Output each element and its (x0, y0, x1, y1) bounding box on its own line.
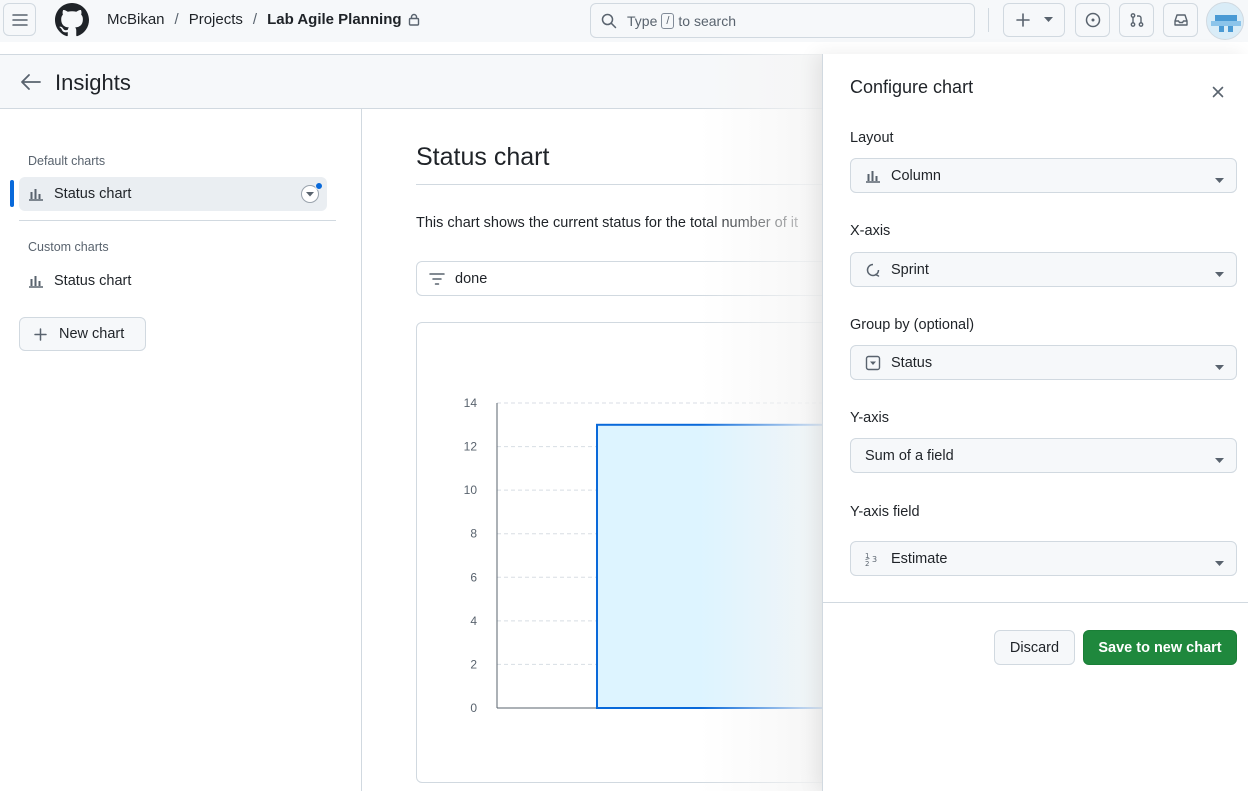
groupby-value: Status (891, 354, 933, 371)
configure-chart-panel: Configure chart Layout Column X-axis Spr… (822, 54, 1248, 791)
single-select-icon (865, 355, 881, 371)
layout-select[interactable]: Column (850, 158, 1237, 193)
y-tick-label: 10 (464, 483, 478, 497)
sidebar-divider (19, 220, 336, 221)
yaxis-label: Y-axis (850, 410, 889, 426)
new-chart-label: New chart (59, 326, 125, 342)
inbox-icon (1173, 12, 1189, 28)
yfield-label: Y-axis field (850, 504, 920, 520)
panel-title: Configure chart (850, 77, 974, 97)
breadcrumb-separator: / (252, 11, 258, 28)
chevron-down-icon (306, 191, 314, 197)
top-bar: McBikan / Projects / Lab Agile Planning … (0, 0, 1248, 42)
iteration-icon (865, 262, 881, 278)
breadcrumb-separator: / (174, 11, 179, 28)
github-logo-icon[interactable] (55, 3, 89, 37)
chevron-down-icon (1215, 172, 1224, 188)
create-new-button[interactable] (1003, 3, 1065, 37)
layout-value: Column (891, 167, 941, 184)
discard-button[interactable]: Discard (994, 630, 1075, 665)
xaxis-value: Sprint (891, 261, 929, 278)
breadcrumb: McBikan / Projects / Lab Agile Planning (107, 11, 420, 28)
filter-icon (429, 272, 445, 285)
y-tick-label: 8 (470, 527, 477, 541)
status-chart: 0 2 4 6 8 10 12 14 (464, 396, 837, 715)
custom-charts-heading: Custom charts (28, 240, 109, 254)
new-chart-button[interactable]: New chart (19, 317, 146, 351)
inbox-button[interactable] (1163, 3, 1198, 37)
xaxis-label: X-axis (850, 223, 891, 239)
breadcrumb-owner[interactable]: McBikan (107, 11, 165, 28)
svg-text:2: 2 (865, 560, 869, 567)
yfield-select[interactable]: 123 Estimate (850, 541, 1237, 576)
lock-icon (408, 13, 420, 26)
yfield-value: Estimate (891, 550, 948, 567)
chart-title: Status chart (416, 143, 550, 171)
bar-chart-icon (865, 169, 881, 183)
filter-value: done (455, 270, 488, 287)
page-title: Insights (55, 70, 131, 95)
chevron-down-icon (1215, 555, 1224, 571)
y-tick-label: 4 (470, 614, 477, 628)
sidebar-item-default-status-chart[interactable]: Status chart (19, 177, 327, 211)
groupby-label: Group by (optional) (850, 317, 975, 333)
sidebar: Default charts Status chart Custom chart… (0, 109, 362, 791)
pull-requests-button[interactable] (1119, 3, 1154, 37)
filter-input[interactable]: done (416, 261, 836, 296)
y-tick-label: 12 (464, 440, 478, 454)
y-tick-label: 0 (470, 701, 477, 715)
arrow-left-icon[interactable] (20, 73, 42, 94)
search-prefix: Type (627, 12, 658, 29)
search-suffix: to search (678, 12, 737, 29)
layout-label: Layout (850, 130, 894, 146)
sidebar-item-label: Status chart (54, 273, 132, 289)
svg-text:3: 3 (872, 555, 877, 564)
unsaved-changes-dot (315, 182, 323, 190)
xaxis-select[interactable]: Sprint (850, 252, 1237, 287)
search-icon (601, 13, 617, 29)
chevron-down-icon (1215, 359, 1224, 375)
bar (596, 423, 837, 710)
active-indicator (10, 180, 14, 207)
avatar[interactable] (1206, 2, 1244, 40)
header-divider (988, 8, 989, 32)
yaxis-value: Sum of a field (865, 447, 954, 464)
search-shortcut: / (661, 12, 675, 29)
number-icon: 123 (865, 551, 881, 567)
chevron-down-icon (1215, 266, 1224, 282)
issue-icon (1085, 12, 1101, 28)
chart-description: This chart shows the current status for … (416, 215, 799, 231)
search-input[interactable]: Type / to search (590, 3, 975, 38)
y-tick-label: 14 (464, 396, 478, 410)
plus-icon (34, 327, 47, 341)
issues-button[interactable] (1075, 3, 1110, 37)
close-icon[interactable] (1206, 80, 1230, 104)
default-charts-heading: Default charts (28, 154, 106, 168)
title-divider (416, 184, 836, 185)
y-tick-label: 2 (470, 657, 477, 671)
bar-chart-icon (28, 187, 44, 201)
sidebar-item-label: Status chart (54, 186, 132, 202)
breadcrumb-project[interactable]: Lab Agile Planning (267, 11, 401, 28)
breadcrumb-projects[interactable]: Projects (189, 11, 243, 28)
pull-request-icon (1129, 12, 1145, 28)
chevron-down-icon (1043, 17, 1053, 23)
y-tick-label: 6 (470, 570, 477, 584)
panel-divider (823, 602, 1248, 603)
yaxis-select[interactable]: Sum of a field (850, 438, 1237, 473)
chart-card: 0 2 4 6 8 10 12 14 (416, 322, 837, 783)
groupby-select[interactable]: Status (850, 345, 1237, 380)
sidebar-item-custom-status-chart[interactable]: Status chart (19, 264, 327, 298)
plus-icon (1015, 13, 1030, 27)
bar-chart-icon (28, 274, 44, 288)
save-to-new-chart-button[interactable]: Save to new chart (1083, 630, 1237, 665)
hamburger-icon[interactable] (3, 3, 36, 36)
chevron-down-icon (1215, 452, 1224, 468)
